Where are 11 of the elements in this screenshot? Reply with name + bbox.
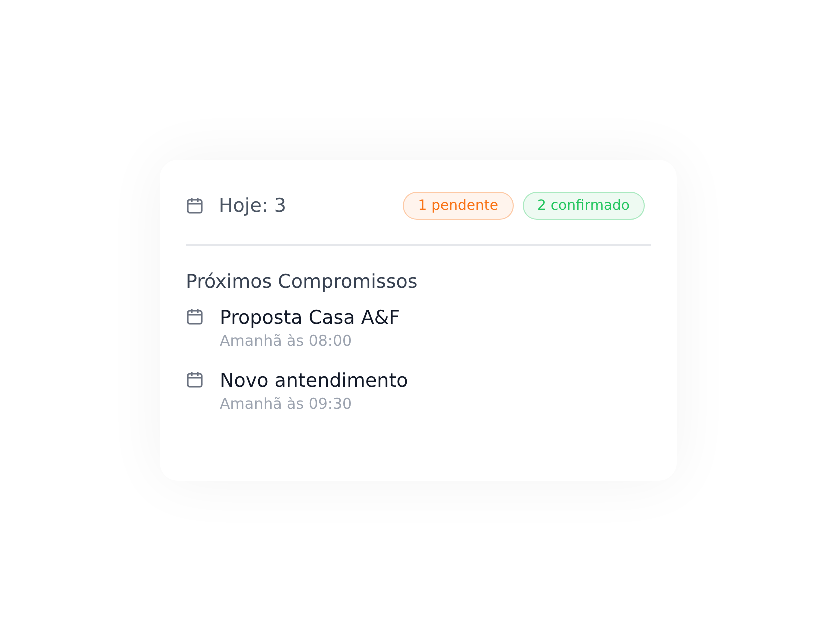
appointment-time: Amanhã às 09:30 [220,395,354,413]
section-title: Próximos Compromissos [186,271,419,293]
calendar-icon [186,308,204,326]
calendar-icon [186,371,204,389]
today-count: Hoje: 3 [219,195,286,217]
calendar-icon [186,197,204,215]
appointment-time: Amanhã às 08:00 [220,332,354,350]
appointment-title: Novo antendimento [220,370,408,392]
status-badge: 2 confirmado [522,192,645,220]
appointment-title: Proposta Casa A&F [220,307,400,329]
status-badge: 1 pendente [403,192,514,220]
